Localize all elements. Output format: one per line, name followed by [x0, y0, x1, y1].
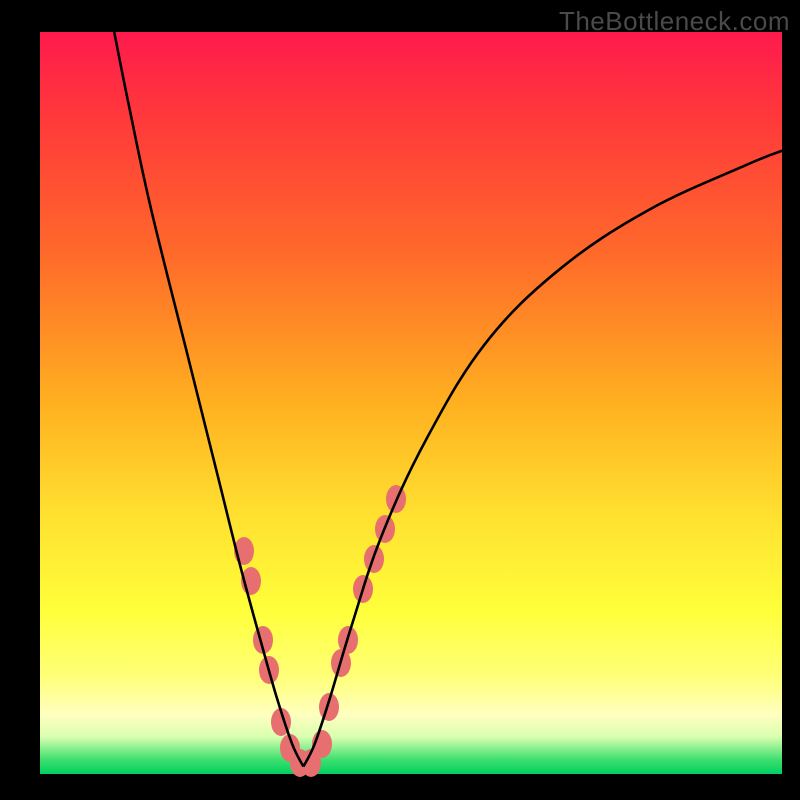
plot-area — [40, 32, 782, 774]
left-branch-curve — [114, 32, 303, 767]
curve-layer — [40, 32, 782, 774]
right-branch-curve — [303, 151, 782, 767]
watermark-text: TheBottleneck.com — [559, 6, 790, 37]
chart-frame: TheBottleneck.com — [0, 0, 800, 800]
